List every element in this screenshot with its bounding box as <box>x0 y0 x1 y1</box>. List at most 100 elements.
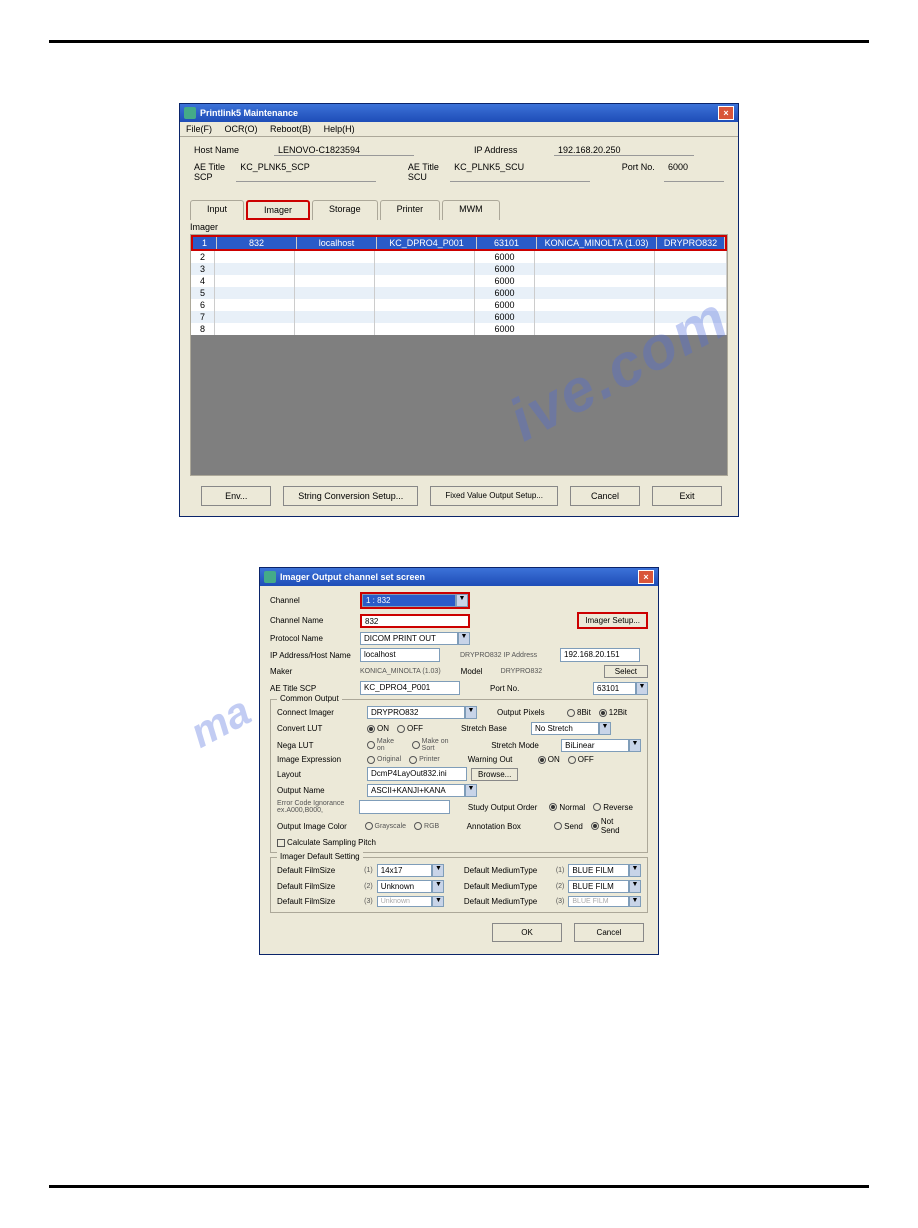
table-row[interactable]: 56000 <box>191 287 727 299</box>
table-row[interactable]: 36000 <box>191 263 727 275</box>
tab-input[interactable]: Input <box>190 200 244 220</box>
stretch-base-select[interactable]: No Stretch▼ <box>531 722 611 735</box>
radio-nega1: Make on <box>367 738 404 752</box>
filmsize1-select[interactable]: 14x17▼ <box>377 864 445 877</box>
drypro-ip-input[interactable]: 192.168.20.151 <box>560 648 640 662</box>
iphost-input[interactable]: localhost <box>360 648 440 662</box>
browse-button[interactable]: Browse... <box>471 768 518 781</box>
value-ae-scp: KC_PLNK5_SCP <box>236 162 376 182</box>
label-portno: Port No. <box>490 684 540 693</box>
label-chname: Channel Name <box>270 616 360 625</box>
menu-ocr[interactable]: OCR(O) <box>225 124 258 134</box>
radio-nega2: Make on Sort <box>412 738 464 752</box>
env-button[interactable]: Env... <box>201 486 271 506</box>
channel-name-input[interactable]: 832 <box>360 614 470 628</box>
radio-normal[interactable]: Normal <box>549 803 585 812</box>
label-nega-lut: Nega LUT <box>277 741 367 750</box>
close-icon[interactable]: × <box>638 570 654 584</box>
radio-warn-off[interactable]: OFF <box>568 755 594 764</box>
output-name-select[interactable]: ASCII+KANJI+KANA▼ <box>367 784 477 797</box>
label-ae-scp: AE Title SCP <box>194 162 236 182</box>
table-row[interactable]: 66000 <box>191 299 727 311</box>
medium3-select[interactable]: BLUE FILM▼ <box>568 896 641 907</box>
fixed-value-button[interactable]: Fixed Value Output Setup... <box>430 486 558 506</box>
label-layout: Layout <box>277 770 367 779</box>
radio-ie1: Original <box>367 756 401 764</box>
radio-12bit[interactable]: 12Bit <box>599 708 627 717</box>
radio-notsend[interactable]: Not Send <box>591 817 633 835</box>
menu-reboot[interactable]: Reboot(B) <box>270 124 311 134</box>
string-conv-button[interactable]: String Conversion Setup... <box>283 486 418 506</box>
protocol-select[interactable]: DICOM PRINT OUT▼ <box>360 632 470 645</box>
window-title: Imager Output channel set screen <box>280 572 638 582</box>
label-filmsize1: Default FilmSize <box>277 866 364 875</box>
label-connect-imager: Connect Imager <box>277 708 367 717</box>
medium2-select[interactable]: BLUE FILM▼ <box>568 880 641 893</box>
label-drypro-ip: DRYPRO832 IP Address <box>460 652 560 659</box>
layout-input[interactable]: DcmP4LayOut832.ini <box>367 767 467 781</box>
medium1-select[interactable]: BLUE FILM▼ <box>568 864 641 877</box>
label-channel: Channel <box>270 596 360 605</box>
table-row[interactable]: 26000 <box>191 251 727 263</box>
filmsize2-select[interactable]: Unknown▼ <box>377 880 445 893</box>
label-iphost: IP Address/Host Name <box>270 651 360 660</box>
value-port: 6000 <box>664 162 724 182</box>
radio-8bit[interactable]: 8Bit <box>567 708 591 717</box>
label-ae-scp2: AE Title SCP <box>270 684 360 693</box>
exit-button[interactable]: Exit <box>652 486 722 506</box>
table-row[interactable]: 76000 <box>191 311 727 323</box>
app-icon <box>264 571 276 583</box>
label-stretch-base: Stretch Base <box>461 724 531 733</box>
cancel-button[interactable]: Cancel <box>574 923 644 942</box>
port-select[interactable]: 63101▼ <box>593 682 648 695</box>
radio-lut-off[interactable]: OFF <box>397 724 423 733</box>
tab-mwm[interactable]: MWM <box>442 200 500 220</box>
radio-oc2: RGB <box>414 822 439 830</box>
radio-reverse[interactable]: Reverse <box>593 803 633 812</box>
channel-select[interactable]: 1 : 832▼ <box>360 592 470 609</box>
radio-lut-on[interactable]: ON <box>367 724 389 733</box>
label-output-color: Output Image Color <box>277 822 365 831</box>
cancel-button[interactable]: Cancel <box>570 486 640 506</box>
chevron-down-icon[interactable]: ▼ <box>636 682 648 695</box>
checkbox-sampling[interactable]: Calculate Sampling Pitch <box>277 838 376 847</box>
label-filmsize3: Default FilmSize <box>277 897 364 906</box>
chevron-down-icon[interactable]: ▼ <box>456 594 468 607</box>
chevron-down-icon[interactable]: ▼ <box>458 632 470 645</box>
label-ip: IP Address <box>474 145 554 156</box>
ok-button[interactable]: OK <box>492 923 562 942</box>
tab-storage[interactable]: Storage <box>312 200 378 220</box>
label-error-code: Error Code Ignorance ex.A000,B000, <box>277 800 359 814</box>
error-code-input[interactable] <box>359 800 450 814</box>
stretch-mode-select[interactable]: BiLinear▼ <box>561 739 641 752</box>
connect-imager-select[interactable]: DRYPRO832▼ <box>367 706 477 719</box>
label-convert-lut: Convert LUT <box>277 724 367 733</box>
window-title: Printlink5 Maintenance <box>200 108 718 118</box>
menu-file[interactable]: File(F) <box>186 124 212 134</box>
label-image-expression: Image Expression <box>277 755 367 764</box>
radio-send[interactable]: Send <box>554 822 583 831</box>
radio-warn-on[interactable]: ON <box>538 755 560 764</box>
label-medium3: Default MediumType <box>464 897 556 906</box>
imager-grid: 1 832 localhost KC_DPRO4_P001 63101 KONI… <box>190 234 728 476</box>
radio-oc1: Grayscale <box>365 822 407 830</box>
table-row[interactable]: 86000 <box>191 323 727 335</box>
label-output-pixels: Output Pixels <box>497 708 567 717</box>
tab-imager[interactable]: Imager <box>246 200 310 220</box>
imager-setup-button[interactable]: Imager Setup... <box>577 612 648 629</box>
close-icon[interactable]: × <box>718 106 734 120</box>
label-port: Port No. <box>622 162 664 182</box>
tab-printer[interactable]: Printer <box>380 200 441 220</box>
table-row[interactable]: 46000 <box>191 275 727 287</box>
label-medium1: Default MediumType <box>464 866 556 875</box>
select-button[interactable]: Select <box>604 665 648 678</box>
table-row-selected[interactable]: 1 832 localhost KC_DPRO4_P001 63101 KONI… <box>193 237 725 249</box>
ae-scp-input[interactable]: KC_DPRO4_P001 <box>360 681 460 695</box>
filmsize3-select[interactable]: Unknown▼ <box>377 896 445 907</box>
label-filmsize2: Default FilmSize <box>277 882 364 891</box>
label-annotation: Annotation Box <box>467 822 555 831</box>
watermark: ma <box>182 687 258 758</box>
label-hostname: Host Name <box>194 145 274 156</box>
label-maker: Maker <box>270 667 360 676</box>
menu-help[interactable]: Help(H) <box>324 124 355 134</box>
